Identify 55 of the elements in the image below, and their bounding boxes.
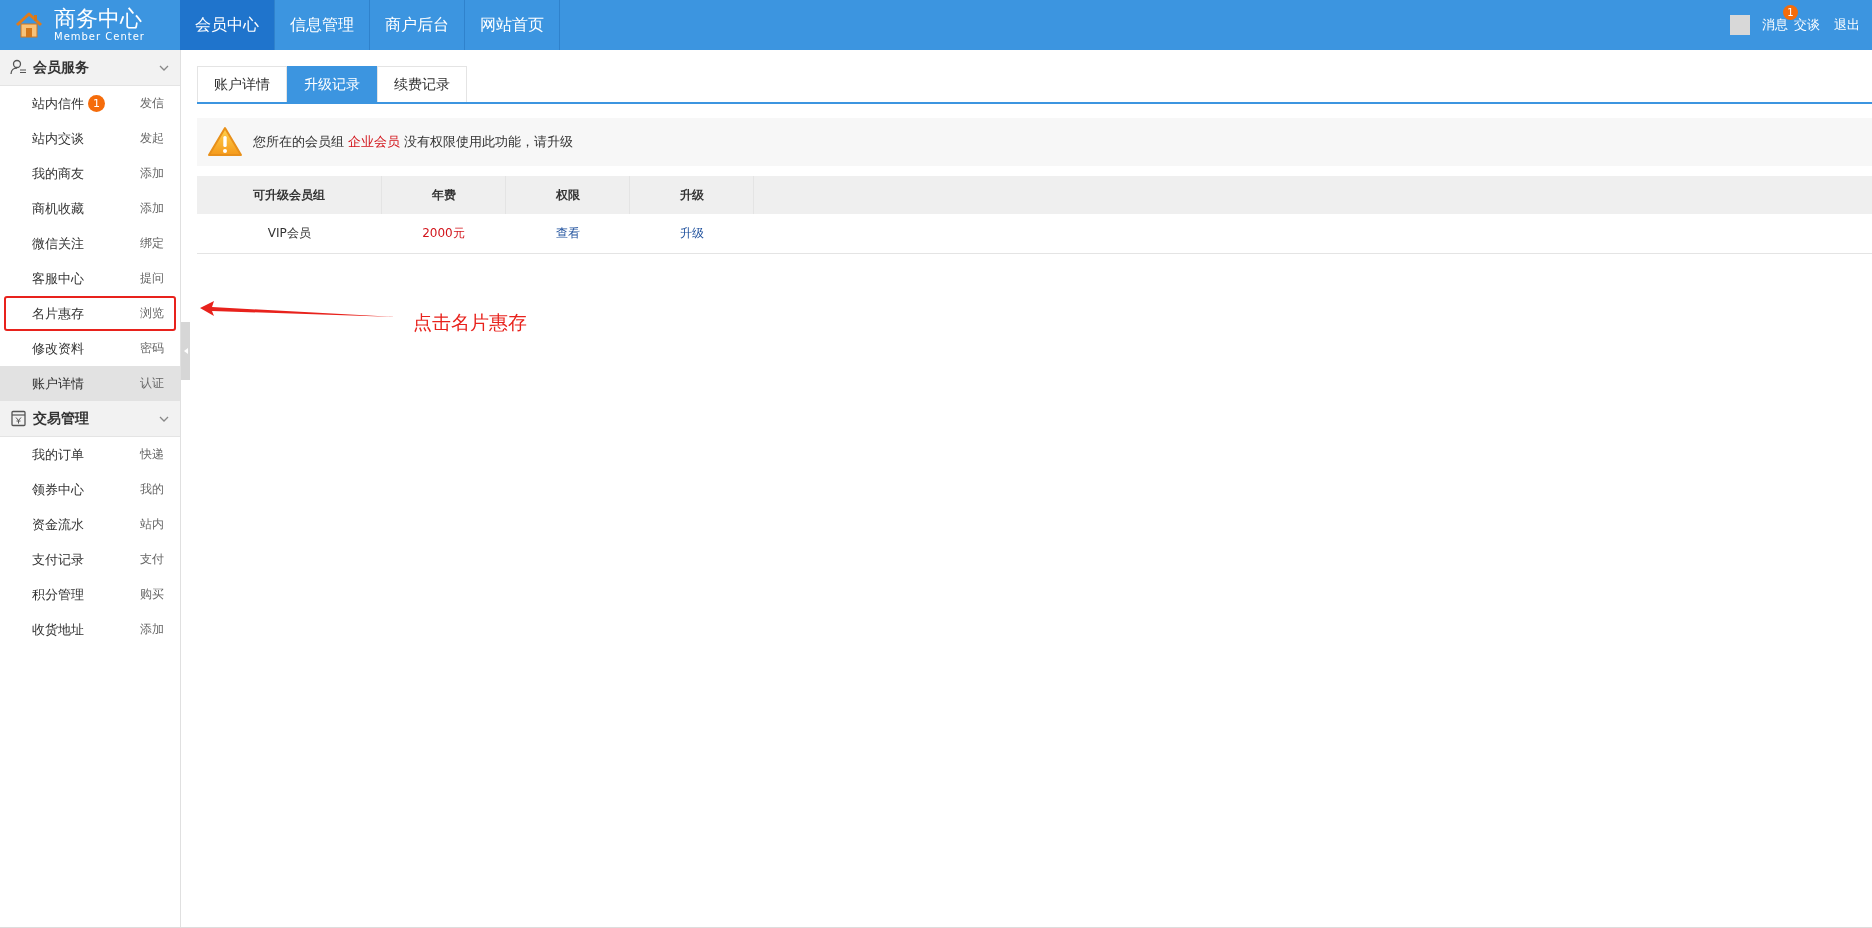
collapse-handle[interactable]: [181, 322, 190, 380]
annotation-text: 点击名片惠存: [413, 310, 527, 335]
sidebar-action-link[interactable]: 购买: [140, 586, 164, 603]
sidebar-item[interactable]: 商机收藏 添加: [0, 191, 180, 226]
nav-tab[interactable]: 会员中心: [180, 0, 275, 50]
house-icon: [14, 10, 44, 40]
logo-title: 商务中心: [54, 7, 143, 31]
sidebar-action-link[interactable]: 添加: [140, 621, 164, 638]
warning-icon: [207, 126, 243, 158]
count-badge: 1: [88, 95, 105, 112]
sidebar-item[interactable]: 站内信件 1 发信: [0, 86, 180, 121]
sidebar-item[interactable]: 我的订单 快递: [0, 437, 180, 472]
sidebar-item[interactable]: 站内交谈 发起: [0, 121, 180, 156]
sidebar-action-link[interactable]: 提问: [140, 270, 164, 287]
sidebar-item[interactable]: 积分管理 购买: [0, 577, 180, 612]
sidebar-action-link[interactable]: 绑定: [140, 235, 164, 252]
sidebar-action-link[interactable]: 认证: [140, 375, 164, 392]
warning-message: 您所在的会员组 企业会员 没有权限使用此功能，请升级: [253, 133, 574, 151]
view-link[interactable]: 查看: [505, 214, 630, 254]
tab[interactable]: 续费记录: [377, 66, 467, 102]
sidebar-action-link[interactable]: 添加: [140, 200, 164, 217]
column-header: 年费: [381, 176, 506, 214]
sidebar-item[interactable]: 我的商友 添加: [0, 156, 180, 191]
sidebar-action-link[interactable]: 浏览: [140, 305, 164, 322]
sidebar-action-link[interactable]: 发起: [140, 130, 164, 147]
sidebar-section-header[interactable]: 交易管理: [0, 401, 180, 437]
sidebar-action-link[interactable]: 快递: [140, 446, 164, 463]
column-header: 可升级会员组: [197, 176, 382, 214]
sidebar-item[interactable]: 名片惠存 浏览: [0, 296, 180, 331]
sidebar-item[interactable]: 微信关注 绑定: [0, 226, 180, 261]
message-count-badge: 1: [1783, 5, 1798, 20]
sidebar-item[interactable]: 客服中心 提问: [0, 261, 180, 296]
user-icon: [10, 59, 27, 76]
tab[interactable]: 账户详情: [197, 66, 287, 102]
upgrade-link[interactable]: 升级: [629, 214, 754, 254]
sidebar-item[interactable]: 资金流水 站内: [0, 507, 180, 542]
sidebar-item[interactable]: 收货地址 添加: [0, 612, 180, 647]
sidebar-action-link[interactable]: 我的: [140, 481, 164, 498]
sidebar-item[interactable]: 账户详情 认证: [0, 366, 180, 401]
wallet-icon: [10, 410, 27, 427]
sidebar-item[interactable]: 支付记录 支付: [0, 542, 180, 577]
sidebar-action-link[interactable]: 发信: [140, 95, 164, 112]
sidebar-item[interactable]: 修改资料 密码: [0, 331, 180, 366]
column-header: 升级: [629, 176, 754, 214]
sidebar-action-link[interactable]: 添加: [140, 165, 164, 182]
logo-subtitle: Member Center: [54, 31, 145, 43]
avatar-icon[interactable]: [1730, 15, 1750, 35]
sidebar-action-link[interactable]: 支付: [140, 551, 164, 568]
sidebar-item[interactable]: 领券中心 我的: [0, 472, 180, 507]
sidebar-section-header[interactable]: 会员服务: [0, 50, 180, 86]
sidebar-action-link[interactable]: 密码: [140, 340, 164, 357]
sidebar-action-link[interactable]: 站内: [140, 516, 164, 533]
table-cell: VIP会员: [197, 214, 382, 254]
table-cell: 2000元: [381, 214, 506, 254]
column-header: 权限: [505, 176, 630, 214]
